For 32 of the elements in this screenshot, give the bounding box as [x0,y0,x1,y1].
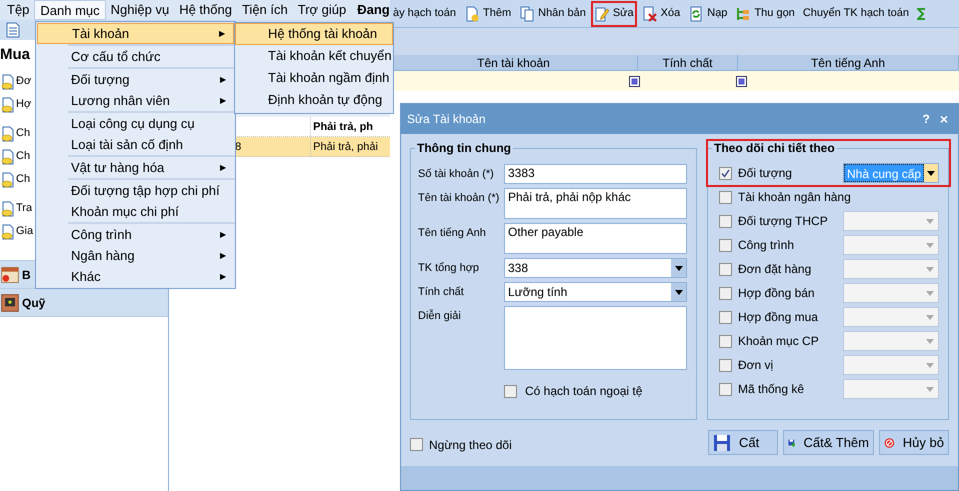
checkbox-label: Đơn đặt hàng [738,261,812,278]
submenu-arrow: ▶ [220,74,226,86]
checkbox-label: Khoản mục CP [738,333,820,350]
checkbox-label: Đối tượng THCP [738,213,829,230]
checkbox-label: Công trình [738,237,796,254]
submenu-arrow: ▶ [220,250,226,262]
field-label: TK tổng hợp [418,261,480,276]
checkbox-label: Hợp đồng mua [738,309,819,326]
submenu-arrow: ▶ [220,162,226,174]
field-label: Tính chất [418,285,465,300]
submenu-arrow: ▶ [220,94,226,106]
group-title: Theo dõi chi tiết theo [712,141,837,155]
checkbox-label: Mã thống kê [738,381,806,398]
checkbox-label: Ngừng theo dõi [429,436,512,454]
checkbox-label: Tài khoản ngân hàng [738,189,851,206]
checkbox-label: Đơn vị [738,357,774,374]
checkbox-label: Hợp đồng bán [738,285,816,302]
status-text: Đang [357,1,390,20]
table-cell-text: Phải trả, phải [312,140,379,155]
checkbox-label: Có hạch toán ngoại tệ [525,383,642,400]
field-label: Tên tiếng Anh [418,226,487,241]
field-label: Diễn giải [418,308,462,324]
field-label: Số tài khoản (*) [418,167,495,182]
checkbox-label: Đối tượng [738,165,793,182]
submenu-arrow: ▶ [219,28,225,40]
dialog-title: Sửa Tài khoản [407,111,487,128]
sidebar-title: Mua [0,45,30,65]
submenu-arrow: ▶ [220,228,226,240]
group-title: Thông tin chung [415,141,513,155]
table-cell-text: Phải trả, ph [312,120,374,135]
submenu-arrow: ▶ [220,270,226,282]
field-label: Tên tài khoản (*) [418,191,500,206]
